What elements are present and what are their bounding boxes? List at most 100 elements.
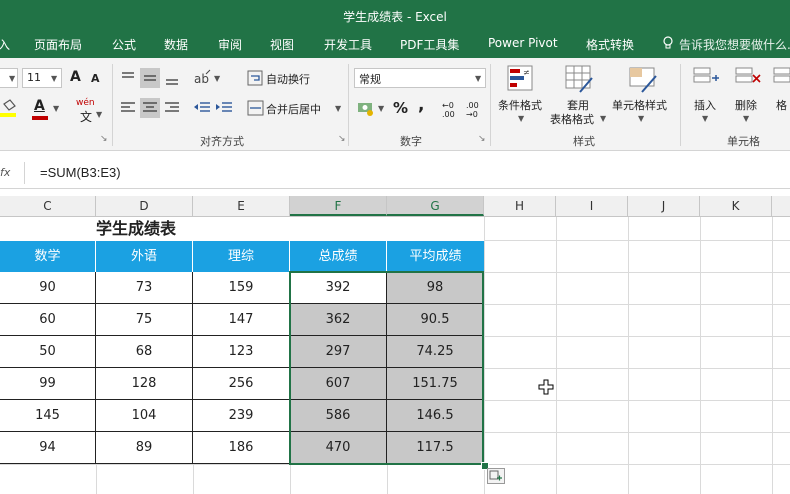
- delete-button[interactable]: 删除: [735, 97, 757, 113]
- table-cell[interactable]: 94: [0, 432, 96, 464]
- align-center-icon[interactable]: [140, 98, 160, 118]
- insert-function-icon[interactable]: fx: [0, 166, 10, 179]
- font-color-button[interactable]: A: [34, 98, 45, 114]
- delete-cells-icon[interactable]: [734, 64, 762, 92]
- tab-power-pivot[interactable]: Power Pivot: [488, 36, 558, 50]
- tab-view[interactable]: 视图: [270, 36, 294, 53]
- table-cell[interactable]: 146.5: [387, 400, 484, 432]
- table-cell[interactable]: 470: [290, 432, 387, 464]
- table-cell[interactable]: 50: [0, 336, 96, 368]
- column-header-f[interactable]: F: [290, 196, 387, 216]
- format-button[interactable]: 格: [776, 97, 787, 113]
- tab-pdf-tools[interactable]: PDF工具集: [400, 36, 459, 53]
- cell-styles-button[interactable]: 单元格样式: [612, 97, 667, 113]
- font-dialog-launcher-icon[interactable]: ↘: [100, 134, 108, 144]
- shrink-font-button[interactable]: A: [91, 72, 100, 85]
- table-cell[interactable]: 607: [290, 368, 387, 400]
- column-header-g[interactable]: G: [387, 196, 484, 216]
- insert-cells-icon[interactable]: [692, 64, 720, 92]
- table-cell[interactable]: 128: [96, 368, 193, 400]
- align-right-icon[interactable]: [162, 98, 182, 118]
- font-name-dropdown[interactable]: ▼: [0, 68, 18, 88]
- align-top-icon[interactable]: [118, 68, 138, 88]
- table-cell[interactable]: 151.75: [387, 368, 484, 400]
- quick-analysis-icon[interactable]: [487, 468, 505, 484]
- sheet-title-row[interactable]: [0, 217, 484, 241]
- worksheet-grid[interactable]: 学生成绩表 数学 外语 理综 总成绩 平均成绩 90 73 159 392 98…: [0, 217, 790, 494]
- comma-style-button[interactable]: ,: [418, 95, 424, 115]
- table-cell[interactable]: 99: [0, 368, 96, 400]
- table-cell[interactable]: 159: [193, 272, 290, 304]
- tab-insert[interactable]: 入: [0, 36, 10, 53]
- tab-data[interactable]: 数据: [164, 36, 188, 53]
- align-middle-icon[interactable]: [140, 68, 160, 88]
- table-cell[interactable]: 74.25: [387, 336, 484, 368]
- number-format-dropdown[interactable]: 常规 ▼: [354, 68, 486, 88]
- table-cell[interactable]: 75: [96, 304, 193, 336]
- table-cell[interactable]: 60: [0, 304, 96, 336]
- phonetic-guide-button[interactable]: wén: [76, 98, 95, 108]
- decrease-indent-icon[interactable]: [192, 98, 212, 118]
- table-cell[interactable]: 186: [193, 432, 290, 464]
- column-header-e[interactable]: E: [193, 196, 290, 216]
- header-cell-math[interactable]: 数学: [0, 241, 96, 272]
- format-cells-icon[interactable]: [772, 64, 790, 92]
- table-cell[interactable]: 73: [96, 272, 193, 304]
- table-cell[interactable]: 104: [96, 400, 193, 432]
- merge-center-icon[interactable]: [246, 98, 266, 118]
- merge-center-button[interactable]: 合并后居中: [266, 101, 321, 117]
- column-header-j[interactable]: J: [628, 196, 700, 216]
- grow-font-button[interactable]: A: [70, 69, 81, 85]
- tab-formulas[interactable]: 公式: [112, 36, 136, 53]
- column-header-h[interactable]: H: [484, 196, 556, 216]
- table-cell[interactable]: 117.5: [387, 432, 484, 464]
- table-cell[interactable]: 68: [96, 336, 193, 368]
- active-cell[interactable]: 392: [290, 272, 387, 304]
- column-header-i[interactable]: I: [556, 196, 628, 216]
- percent-style-button[interactable]: %: [393, 99, 408, 117]
- tab-page-layout[interactable]: 页面布局: [34, 36, 82, 53]
- header-cell-science[interactable]: 理综: [193, 241, 290, 272]
- fill-color-icon[interactable]: [0, 98, 20, 118]
- column-header-d[interactable]: D: [96, 196, 193, 216]
- table-cell[interactable]: 297: [290, 336, 387, 368]
- table-cell[interactable]: 147: [193, 304, 290, 336]
- conditional-format-button[interactable]: 条件格式: [498, 97, 542, 113]
- table-cell[interactable]: 586: [290, 400, 387, 432]
- table-cell[interactable]: 362: [290, 304, 387, 336]
- insert-button[interactable]: 插入: [694, 97, 716, 113]
- decrease-decimal-button[interactable]: .00 →0: [466, 101, 488, 119]
- table-cell[interactable]: 239: [193, 400, 290, 432]
- orientation-icon[interactable]: ab: [192, 68, 212, 88]
- cell-styles-icon[interactable]: [628, 64, 658, 94]
- tab-review[interactable]: 审阅: [218, 36, 242, 53]
- font-size-dropdown[interactable]: 11 ▼: [22, 68, 62, 88]
- format-as-table-icon[interactable]: [564, 64, 594, 94]
- table-cell[interactable]: 123: [193, 336, 290, 368]
- formula-input[interactable]: =SUM(B3:E3): [40, 165, 121, 180]
- increase-indent-icon[interactable]: [214, 98, 234, 118]
- header-cell-total[interactable]: 总成绩: [290, 241, 387, 272]
- wrap-text-button[interactable]: 自动换行: [266, 71, 310, 87]
- table-cell[interactable]: 90.5: [387, 304, 484, 336]
- table-cell[interactable]: 90: [0, 272, 96, 304]
- table-cell[interactable]: 145: [0, 400, 96, 432]
- format-as-table-label-2[interactable]: 表格格式: [550, 111, 594, 127]
- wrap-text-icon[interactable]: [246, 68, 266, 88]
- currency-format-icon[interactable]: [356, 98, 376, 118]
- tab-developer[interactable]: 开发工具: [324, 36, 372, 53]
- header-cell-average[interactable]: 平均成绩: [387, 241, 484, 272]
- tell-me-search[interactable]: 告诉我您想要做什么...: [679, 36, 790, 53]
- column-header-c[interactable]: C: [0, 196, 96, 216]
- table-cell[interactable]: 256: [193, 368, 290, 400]
- table-cell[interactable]: 98: [387, 272, 484, 304]
- increase-decimal-button[interactable]: ←0 .00: [442, 101, 464, 119]
- align-left-icon[interactable]: [118, 98, 138, 118]
- number-dialog-launcher-icon[interactable]: ↘: [478, 134, 486, 144]
- table-cell[interactable]: 89: [96, 432, 193, 464]
- header-cell-foreign-language[interactable]: 外语: [96, 241, 193, 272]
- align-bottom-icon[interactable]: [162, 68, 182, 88]
- tab-format-convert[interactable]: 格式转换: [586, 36, 634, 53]
- column-header-k[interactable]: K: [700, 196, 772, 216]
- conditional-format-icon[interactable]: ≠: [506, 64, 536, 94]
